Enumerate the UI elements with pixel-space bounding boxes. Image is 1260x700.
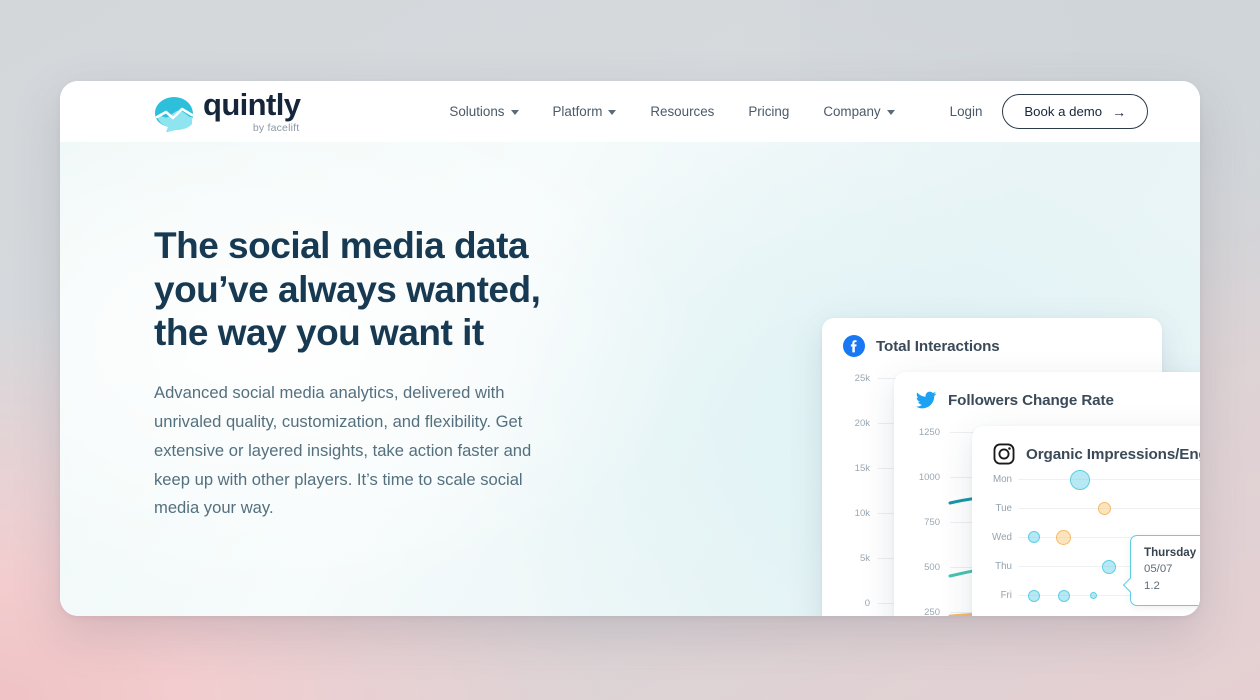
page-title: The social media data you’ve always want… <box>154 225 541 354</box>
bubble-point <box>1028 531 1040 543</box>
hero-text-block: The social media data you’ve always want… <box>154 224 584 523</box>
nav-item-label: Pricing <box>748 104 790 119</box>
bubble-point <box>1190 615 1200 616</box>
chevron-down-icon <box>886 110 895 115</box>
bubble-point <box>1102 560 1116 574</box>
nav-item-pricing[interactable]: Pricing <box>731 98 806 125</box>
facebook-icon <box>843 335 865 357</box>
bubble-point <box>1070 470 1090 490</box>
nav-item-resources[interactable]: Resources <box>633 98 731 125</box>
bubble-point <box>1098 502 1111 515</box>
card-title: Followers Change Rate <box>948 391 1114 409</box>
login-link[interactable]: Login <box>950 104 983 119</box>
card-header: Total Interactions <box>822 318 1162 357</box>
card-header: Organic Impressions/Engagement <box>972 426 1200 465</box>
card-title: Organic Impressions/Engagement <box>1026 445 1200 463</box>
y-axis-tick: Thu <box>995 561 1012 572</box>
y-axis-tick: 5k <box>859 553 870 564</box>
quintly-wave-logo-icon <box>155 97 194 132</box>
nav-item-platform[interactable]: Platform <box>536 98 634 125</box>
bubble-point <box>1056 530 1071 545</box>
y-axis-tick: Tue <box>995 503 1012 514</box>
instagram-bubble-chart: Mon Tue Wed Thu Fri Sat Sun <box>972 470 1200 616</box>
tooltip-value: 1.2 <box>1144 580 1160 593</box>
top-navigation-bar: quintly by facelift Solutions Platform R… <box>60 81 1200 142</box>
tooltip-pointer <box>1122 577 1138 593</box>
brand-logo[interactable]: quintly by facelift <box>154 87 301 134</box>
nav-item-label: Company <box>823 104 881 119</box>
bubble-point <box>1028 590 1040 602</box>
instagram-icon <box>993 443 1015 465</box>
nav-item-label: Solutions <box>449 104 505 119</box>
chevron-down-icon <box>510 110 519 115</box>
tooltip-day: Thursday <box>1144 546 1197 559</box>
twitter-icon <box>915 391 937 409</box>
chart-tooltip: Thursday 05/07 1.2 <box>1122 535 1200 607</box>
bubble-point <box>1058 590 1070 602</box>
y-axis-tick: Mon <box>992 474 1012 485</box>
brand-tagline: by facelift <box>252 122 300 134</box>
hero-card: quintly by facelift Solutions Platform R… <box>60 81 1200 616</box>
hero-section: The social media data you’ve always want… <box>60 142 1200 616</box>
nav-actions: Login Book a demo → <box>950 94 1149 129</box>
card-header: Followers Change Rate <box>894 372 1200 411</box>
chevron-down-icon <box>608 110 617 115</box>
y-axis-tick: Fri <box>1000 590 1012 601</box>
book-a-demo-label: Book a demo <box>1024 104 1103 119</box>
y-axis-tick: 25k <box>854 373 870 384</box>
book-a-demo-button[interactable]: Book a demo → <box>1002 94 1149 129</box>
nav-item-solutions[interactable]: Solutions <box>432 98 535 125</box>
dashboard-card-stack: Total Interactions 25k 20k 15k 10k 5k 0 <box>760 142 1200 616</box>
instagram-organic-impressions-card[interactable]: Organic Impressions/Engagement Mon Tue W… <box>972 426 1200 616</box>
bubble-point <box>1090 592 1097 599</box>
y-axis-tick: 20k <box>854 418 870 429</box>
y-axis-tick: 15k <box>854 463 870 474</box>
nav-item-company[interactable]: Company <box>806 98 911 125</box>
nav-item-label: Resources <box>650 104 715 119</box>
arrow-right-icon: → <box>1112 103 1127 120</box>
tooltip-date: 05/07 <box>1144 563 1173 576</box>
y-axis-tick: 0 <box>864 598 870 609</box>
y-axis-tick: Wed <box>992 532 1012 543</box>
primary-nav-links: Solutions Platform Resources Pricing Com… <box>432 98 911 125</box>
y-axis-tick: 10k <box>854 508 870 519</box>
nav-item-label: Platform <box>552 104 603 119</box>
brand-name: quintly <box>203 87 301 122</box>
card-title: Total Interactions <box>876 337 1000 355</box>
hero-subcopy: Advanced social media analytics, deliver… <box>154 382 532 518</box>
